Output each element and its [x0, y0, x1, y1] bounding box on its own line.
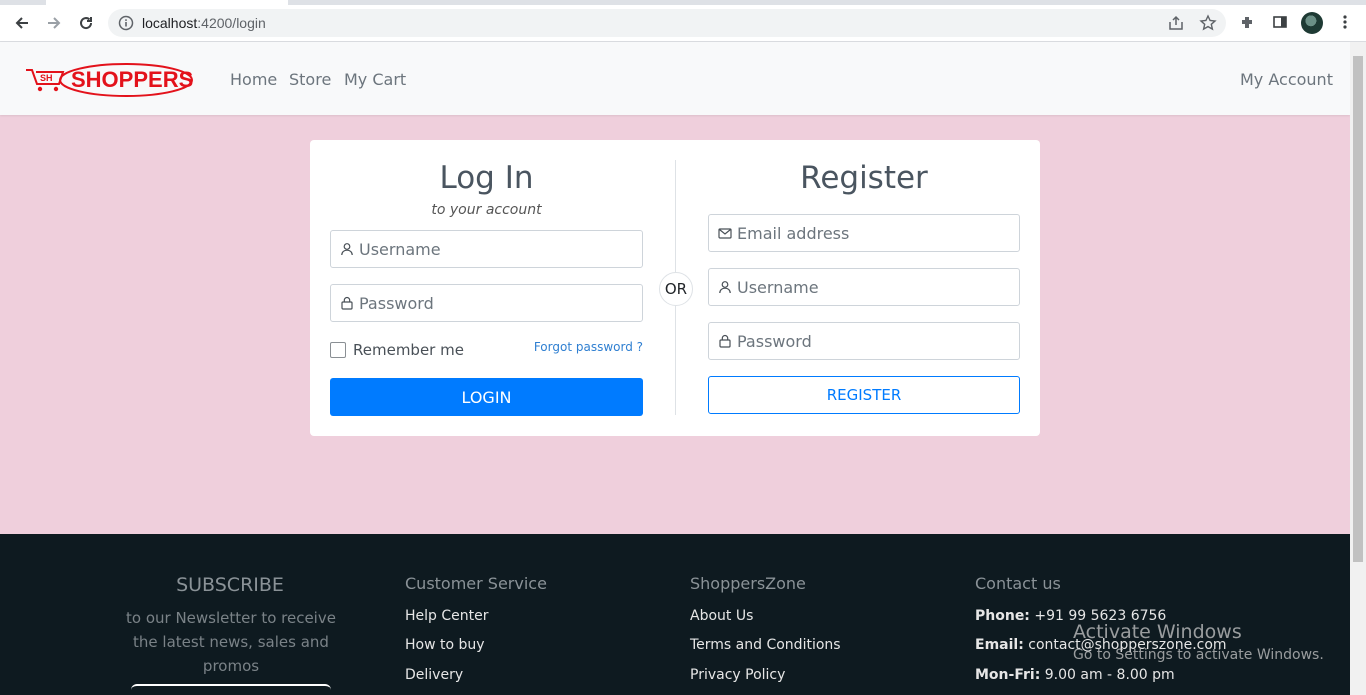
footer-link-privacy[interactable]: Privacy Policy — [690, 667, 785, 683]
login-username-field[interactable] — [330, 230, 643, 268]
forgot-password-link[interactable]: Forgot password ? — [534, 340, 643, 354]
customer-service-title: Customer Service — [405, 574, 547, 593]
auth-card: Log In to your account Remember me Forgo… — [310, 140, 1040, 436]
page-content: SH SHOPPERS Home Store My Cart My Accoun… — [0, 42, 1350, 695]
site-info-icon[interactable] — [118, 15, 134, 36]
activate-windows-watermark-text: Go to Settings to activate Windows. — [1073, 647, 1324, 663]
remember-me-checkbox[interactable] — [330, 342, 346, 358]
footer: SUBSCRIBE to our Newsletter to receive t… — [0, 534, 1350, 695]
register-email-field[interactable] — [708, 214, 1020, 252]
bookmark-star-icon[interactable] — [1199, 14, 1217, 32]
envelope-icon — [718, 226, 732, 240]
login-title: Log In — [439, 160, 534, 196]
side-panel-icon[interactable] — [1270, 12, 1290, 32]
back-icon[interactable] — [11, 12, 33, 34]
login-button[interactable]: LOGIN — [330, 378, 643, 416]
register-email-input[interactable] — [737, 215, 1017, 251]
subscribe-text: to our Newsletter to receive the latest … — [126, 609, 336, 675]
nav-my-account[interactable]: My Account — [1240, 70, 1333, 89]
nav-home[interactable]: Home — [230, 70, 277, 89]
extensions-icon[interactable] — [1238, 12, 1258, 32]
contact-title: Contact us — [975, 574, 1061, 593]
navbar: SH SHOPPERS Home Store My Cart My Accoun… — [0, 42, 1350, 115]
footer-link-how-to-buy[interactable]: How to buy — [405, 637, 485, 653]
footer-link-help-center[interactable]: Help Center — [405, 608, 489, 624]
register-button[interactable]: REGISTER — [708, 376, 1020, 414]
nav-store[interactable]: Store — [289, 70, 331, 89]
user-icon — [340, 242, 354, 256]
register-username-input[interactable] — [737, 269, 1017, 305]
login-password-field[interactable] — [330, 284, 643, 322]
nav-my-cart[interactable]: My Cart — [344, 70, 406, 89]
svg-text:SH: SH — [40, 73, 53, 83]
address-bar[interactable]: localhost:4200/login — [108, 9, 1226, 37]
user-icon — [718, 280, 732, 294]
login-password-input[interactable] — [359, 285, 639, 321]
lock-icon — [340, 296, 354, 310]
url-text: localhost:4200/login — [142, 15, 266, 31]
footer-link-about-us[interactable]: About Us — [690, 608, 753, 624]
remember-me-label[interactable]: Remember me — [353, 341, 464, 359]
menu-kebab-icon[interactable] — [1335, 12, 1355, 32]
activate-windows-watermark-title: Activate Windows — [1073, 621, 1242, 643]
browser-toolbar: localhost:4200/login — [0, 0, 1366, 42]
lock-icon — [718, 334, 732, 348]
register-password-field[interactable] — [708, 322, 1020, 360]
active-tab[interactable] — [46, 0, 288, 5]
footer-link-terms[interactable]: Terms and Conditions — [690, 637, 841, 653]
login-subtitle: to your account — [431, 202, 542, 218]
login-username-input[interactable] — [359, 231, 639, 267]
forward-icon[interactable] — [43, 12, 65, 34]
footer-link-delivery[interactable]: Delivery — [405, 667, 463, 683]
or-badge: OR — [659, 272, 693, 306]
register-password-input[interactable] — [737, 323, 1017, 359]
contact-hours: Mon-Fri: 9.00 am - 8.00 pm — [975, 667, 1175, 683]
register-title: Register — [800, 160, 928, 196]
register-username-field[interactable] — [708, 268, 1020, 306]
page-scrollbar[interactable] — [1350, 42, 1366, 695]
subscribe-title: SUBSCRIBE — [176, 574, 284, 596]
tab-strip — [0, 0, 1366, 5]
shopperszone-title: ShoppersZone — [690, 574, 806, 593]
share-icon[interactable] — [1167, 14, 1185, 32]
profile-avatar[interactable] — [1301, 12, 1323, 34]
reload-icon[interactable] — [75, 12, 97, 34]
svg-text:SHOPPERS: SHOPPERS — [71, 67, 193, 92]
brand-logo[interactable]: SH SHOPPERS — [26, 62, 194, 98]
scrollbar-thumb[interactable] — [1353, 56, 1363, 562]
newsletter-input[interactable] — [131, 684, 331, 694]
